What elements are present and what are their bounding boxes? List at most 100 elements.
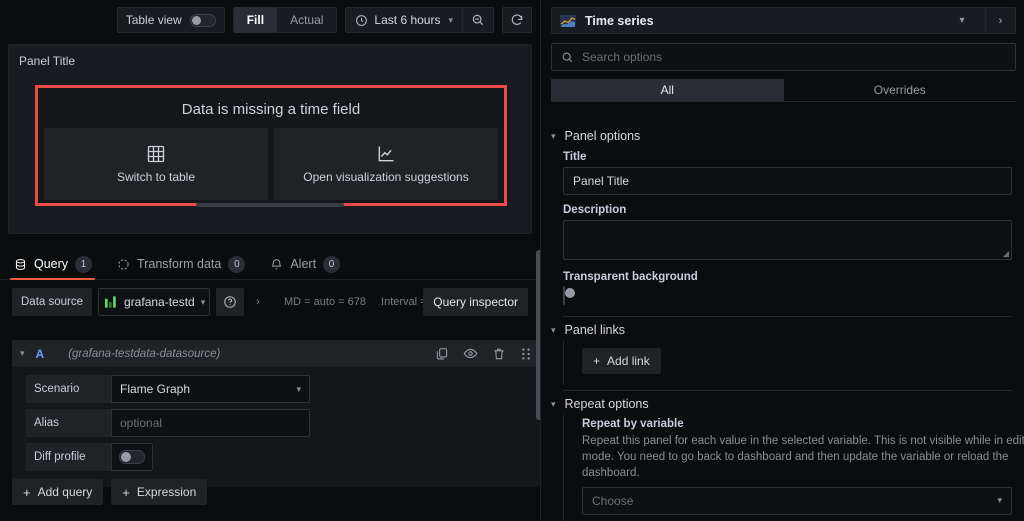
options-collapse-button[interactable]: › bbox=[985, 8, 1015, 33]
repeat-by-variable-help: Repeat this panel for each value in the … bbox=[582, 435, 1024, 479]
query-fields: Scenario Flame Graph ▾ Alias optional Di… bbox=[12, 367, 540, 487]
transparent-background-label: Transparent background bbox=[563, 271, 698, 283]
chevron-down-icon: ▾ bbox=[296, 383, 301, 394]
search-options-input[interactable] bbox=[582, 50, 1006, 64]
chevron-down-icon: ▾ bbox=[200, 296, 206, 307]
time-range-picker[interactable]: Last 6 hours ▾ bbox=[346, 8, 462, 32]
tab-query[interactable]: Query 1 bbox=[9, 249, 105, 280]
tab-all[interactable]: All bbox=[551, 79, 784, 101]
alias-input[interactable]: optional bbox=[111, 409, 310, 437]
repeat-by-variable-label: Repeat by variable bbox=[582, 418, 684, 430]
panel-links-heading: Panel links bbox=[564, 323, 625, 337]
table-view-switch[interactable] bbox=[189, 13, 216, 27]
time-series-thumb-icon bbox=[560, 14, 576, 27]
query-editor-row: ▾ A (grafana-testdata-datasource) Scenar… bbox=[12, 340, 540, 487]
actual-button[interactable]: Actual bbox=[277, 7, 336, 33]
add-query-button[interactable]: + Add query bbox=[12, 479, 104, 505]
diff-profile-switch[interactable] bbox=[119, 450, 145, 464]
plus-icon: + bbox=[23, 484, 31, 500]
table-view-toggle-group[interactable]: Table view bbox=[116, 7, 225, 33]
tab-alert[interactable]: Alert 0 bbox=[268, 249, 353, 279]
transparent-background-switch[interactable] bbox=[563, 286, 565, 305]
tab-query-label: Query bbox=[34, 257, 69, 271]
datasource-picker[interactable]: grafana-testd ▾ bbox=[98, 288, 211, 316]
testdata-bars-icon bbox=[105, 296, 118, 308]
panel-title-input[interactable]: Panel Title bbox=[563, 167, 1012, 195]
scenario-value: Flame Graph bbox=[120, 382, 191, 396]
diff-profile-label: Diff profile bbox=[26, 443, 111, 471]
query-datasource-name: (grafana-testdata-datasource) bbox=[68, 347, 221, 360]
add-query-label: Add query bbox=[37, 485, 93, 499]
editor-tabs: Query 1 Transform data 0 Alert 0 bbox=[0, 249, 540, 280]
visualization-picker-header[interactable]: Time series ▾ › bbox=[551, 7, 1016, 34]
repeat-variable-value: Choose bbox=[592, 493, 634, 508]
transform-icon bbox=[117, 258, 130, 271]
tab-query-badge: 1 bbox=[75, 255, 93, 273]
visualization-chevron-button[interactable]: ▾ bbox=[948, 8, 976, 33]
zoom-out-button[interactable] bbox=[463, 8, 493, 32]
diff-profile-toggle-wrap[interactable] bbox=[111, 443, 153, 471]
panel-editor: Table view Fill Actual Last 6 hours ▾ Pa… bbox=[0, 0, 1024, 521]
chevron-right-icon: › bbox=[256, 296, 260, 308]
tab-transform-label: Transform data bbox=[137, 257, 222, 271]
panel-preview-title: Panel Title bbox=[19, 54, 76, 68]
query-row-actions bbox=[435, 346, 532, 361]
options-pane: Time series ▾ › All Overrides ▾ Panel bbox=[540, 0, 1024, 521]
chevron-down-icon: ▾ bbox=[997, 495, 1002, 506]
query-ref-id[interactable]: A bbox=[36, 347, 45, 361]
refresh-icon bbox=[510, 13, 524, 27]
query-row-header[interactable]: ▾ A (grafana-testdata-datasource) bbox=[12, 340, 540, 367]
bell-icon bbox=[270, 258, 283, 271]
transparent-background-field: Transparent background bbox=[541, 260, 1024, 305]
refresh-button[interactable] bbox=[502, 7, 532, 33]
panel-description-textarea[interactable] bbox=[563, 220, 1012, 260]
panel-description-label: Description bbox=[563, 204, 627, 216]
datasource-expand-button[interactable]: › bbox=[244, 288, 272, 316]
repeat-variable-select[interactable]: Choose ▾ bbox=[582, 486, 1012, 515]
repeat-options-body: Repeat by variable Repeat this panel for… bbox=[563, 415, 1024, 521]
panel-links-section-header[interactable]: ▾ Panel links bbox=[541, 317, 1024, 341]
add-link-button[interactable]: + Add link bbox=[582, 348, 661, 374]
repeat-options-heading: Repeat options bbox=[564, 397, 649, 411]
tab-alert-badge: 0 bbox=[323, 255, 341, 273]
add-link-label: Add link bbox=[607, 354, 650, 368]
fill-button[interactable]: Fill bbox=[233, 7, 278, 33]
search-icon bbox=[561, 51, 574, 64]
panel-options-heading: Panel options bbox=[564, 129, 641, 143]
scenario-field-row: Scenario Flame Graph ▾ bbox=[26, 375, 540, 403]
datasource-label: Data source bbox=[12, 288, 93, 316]
panel-error-box: Data is missing a time field Switch to t… bbox=[35, 85, 507, 206]
table-grid-icon bbox=[146, 144, 166, 164]
scenario-select[interactable]: Flame Graph ▾ bbox=[111, 375, 310, 403]
query-bottom-buttons: + Add query + Expression bbox=[12, 479, 208, 505]
open-suggestions-button[interactable]: Open visualization suggestions bbox=[274, 128, 498, 200]
fill-actual-segment[interactable]: Fill Actual bbox=[232, 7, 338, 33]
repeat-options-section-header[interactable]: ▾ Repeat options bbox=[541, 391, 1024, 415]
zoom-out-icon bbox=[471, 13, 485, 27]
chart-line-icon bbox=[376, 144, 396, 164]
eye-icon[interactable] bbox=[463, 346, 478, 361]
tab-overrides[interactable]: Overrides bbox=[784, 79, 1017, 101]
chevron-right-icon: › bbox=[998, 14, 1003, 27]
panel-toolbar: Table view Fill Actual Last 6 hours ▾ bbox=[0, 0, 540, 40]
panel-links-body: + Add link bbox=[563, 341, 1024, 385]
switch-to-table-label: Switch to table bbox=[116, 170, 196, 184]
search-options-field[interactable] bbox=[551, 43, 1016, 71]
query-inspector-button[interactable]: Query inspector bbox=[423, 288, 528, 316]
options-body: ▾ Panel options Title Panel Title Descri… bbox=[541, 123, 1024, 521]
drag-handle-icon[interactable] bbox=[520, 347, 532, 361]
trash-icon[interactable] bbox=[492, 347, 506, 361]
panel-error-actions: Switch to table Open visualization sugge… bbox=[38, 128, 504, 206]
chevron-down-icon[interactable]: ▾ bbox=[20, 348, 25, 359]
tab-alert-label: Alert bbox=[290, 257, 317, 271]
tab-transform-data[interactable]: Transform data 0 bbox=[115, 249, 258, 279]
panel-options-section-header[interactable]: ▾ Panel options bbox=[541, 123, 1024, 147]
switch-to-table-button[interactable]: Switch to table bbox=[44, 128, 268, 200]
copy-icon[interactable] bbox=[435, 347, 449, 361]
add-expression-button[interactable]: + Expression bbox=[111, 479, 208, 505]
datasource-help-button[interactable] bbox=[216, 288, 245, 316]
pane-resize-handle[interactable] bbox=[0, 198, 540, 212]
panel-description-field: Description bbox=[541, 195, 1024, 260]
plus-icon: + bbox=[122, 484, 130, 500]
chevron-down-icon: ▾ bbox=[551, 398, 556, 409]
